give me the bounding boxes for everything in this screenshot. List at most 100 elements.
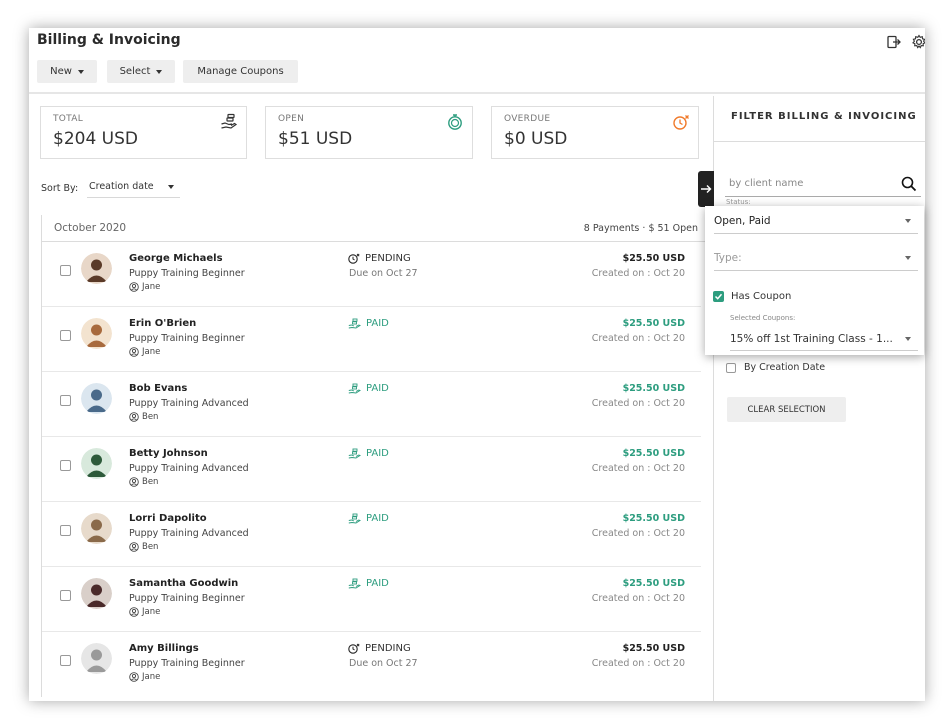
logout-icon[interactable] bbox=[886, 34, 902, 50]
status-select-value: Open, Paid bbox=[714, 214, 771, 227]
summary-label: OPEN bbox=[278, 114, 305, 124]
chevron-down-icon bbox=[168, 185, 174, 189]
trainer-name: Ben bbox=[142, 412, 159, 422]
user-circle-icon bbox=[129, 672, 139, 682]
new-button[interactable]: New bbox=[37, 60, 97, 83]
chevron-down-icon bbox=[905, 219, 911, 223]
amount: $25.50 USD bbox=[622, 383, 685, 394]
page-title: Billing & Invoicing bbox=[37, 32, 181, 48]
payment-row[interactable]: Erin O'Brien Puppy Training Beginner Jan… bbox=[42, 307, 701, 372]
client-search[interactable] bbox=[725, 171, 921, 197]
status-select[interactable]: Open, Paid bbox=[714, 208, 918, 234]
payment-row[interactable]: Amy Billings Puppy Training Beginner Jan… bbox=[42, 632, 701, 697]
row-checkbox[interactable] bbox=[60, 330, 71, 341]
hand-money-icon bbox=[221, 113, 238, 129]
sort-value: Creation date bbox=[89, 181, 154, 192]
client-search-input[interactable] bbox=[729, 178, 894, 189]
due-date: Due on Oct 27 bbox=[349, 268, 418, 279]
avatar bbox=[81, 513, 112, 544]
clear-selection-button[interactable]: CLEAR SELECTION bbox=[727, 397, 846, 422]
status-label: PAID bbox=[366, 448, 389, 459]
status-label: PAID bbox=[366, 578, 389, 589]
hand-money-icon bbox=[348, 578, 361, 589]
created-date: Created on : Oct 20 bbox=[591, 658, 685, 669]
trainer: Ben bbox=[129, 542, 158, 552]
payment-status: PAID bbox=[348, 578, 389, 589]
hand-money-icon bbox=[348, 448, 361, 459]
row-checkbox[interactable] bbox=[60, 460, 71, 471]
client-name[interactable]: George Michaels bbox=[129, 253, 223, 264]
manage-coupons-label: Manage Coupons bbox=[197, 66, 284, 77]
trainer: Jane bbox=[129, 347, 160, 357]
manage-coupons-button[interactable]: Manage Coupons bbox=[183, 60, 298, 83]
row-checkbox[interactable] bbox=[60, 655, 71, 666]
client-name[interactable]: Amy Billings bbox=[129, 643, 199, 654]
sort-dropdown[interactable]: Creation date bbox=[87, 176, 180, 198]
amount: $25.50 USD bbox=[622, 578, 685, 589]
type-select-placeholder: Type: bbox=[714, 251, 742, 264]
row-checkbox[interactable] bbox=[60, 590, 71, 601]
client-name[interactable]: Bob Evans bbox=[129, 383, 187, 394]
clock-alert-icon bbox=[348, 253, 360, 264]
trainer: Jane bbox=[129, 282, 160, 292]
hand-money-icon bbox=[348, 318, 361, 329]
coupon-select[interactable]: 15% off 1st Training Class - 1... bbox=[730, 327, 918, 351]
trainer: Ben bbox=[129, 477, 158, 487]
row-checkbox[interactable] bbox=[60, 525, 71, 536]
payment-row[interactable]: Betty Johnson Puppy Training Advanced Be… bbox=[42, 437, 701, 502]
type-select[interactable]: Type: bbox=[714, 245, 918, 271]
status-label: PAID bbox=[366, 383, 389, 394]
due-date: Due on Oct 27 bbox=[349, 658, 418, 669]
row-checkbox[interactable] bbox=[60, 265, 71, 276]
filter-dropdown-popup: Open, Paid Type: Has Coupon Selected Cou… bbox=[705, 206, 924, 355]
select-button[interactable]: Select bbox=[107, 60, 175, 83]
plan-name: Puppy Training Advanced bbox=[129, 398, 249, 409]
chevron-down-icon bbox=[156, 69, 163, 74]
month-summary: 8 Payments · $ 51 Open bbox=[583, 223, 698, 234]
checkmark-icon bbox=[714, 293, 723, 300]
client-name[interactable]: Erin O'Brien bbox=[129, 318, 196, 329]
summary-value: $51 USD bbox=[278, 129, 353, 149]
summary-value: $204 USD bbox=[53, 129, 138, 149]
by-creation-date-option[interactable]: By Creation Date bbox=[726, 362, 825, 373]
avatar bbox=[81, 383, 112, 414]
status-label: PAID bbox=[366, 513, 389, 524]
selected-coupons-label: Selected Coupons: bbox=[730, 314, 796, 322]
trainer-name: Jane bbox=[142, 607, 161, 617]
plan-name: Puppy Training Beginner bbox=[129, 593, 245, 604]
stopwatch-icon bbox=[448, 114, 462, 130]
payment-row[interactable]: George Michaels Puppy Training Beginner … bbox=[42, 242, 701, 307]
filter-panel: FILTER BILLING & INVOICING Status: By Cr… bbox=[713, 96, 925, 701]
clock-alert-icon bbox=[348, 643, 360, 654]
month-label: October 2020 bbox=[54, 222, 127, 234]
trainer-name: Ben bbox=[142, 542, 159, 552]
payment-row[interactable]: Samantha Goodwin Puppy Training Beginner… bbox=[42, 567, 701, 632]
collapse-filter-button[interactable] bbox=[698, 171, 714, 207]
client-name[interactable]: Lorri Dapolito bbox=[129, 513, 207, 524]
plan-name: Puppy Training Advanced bbox=[129, 463, 249, 474]
payment-row[interactable]: Lorri Dapolito Puppy Training Advanced B… bbox=[42, 502, 701, 567]
new-button-label: New bbox=[50, 66, 72, 77]
has-coupon-option[interactable]: Has Coupon bbox=[713, 291, 791, 302]
payment-row[interactable]: Bob Evans Puppy Training Advanced Ben PA… bbox=[42, 372, 701, 437]
gear-icon[interactable] bbox=[911, 34, 925, 50]
client-name[interactable]: Betty Johnson bbox=[129, 448, 208, 459]
payment-status: PAID bbox=[348, 448, 389, 459]
sort-label: Sort By: bbox=[41, 183, 79, 194]
status-label: PENDING bbox=[365, 643, 411, 654]
payment-status: PENDING bbox=[348, 253, 411, 264]
summary-label: OVERDUE bbox=[504, 114, 551, 124]
amount: $25.50 USD bbox=[622, 448, 685, 459]
trainer: Ben bbox=[129, 412, 158, 422]
avatar bbox=[81, 318, 112, 349]
row-checkbox[interactable] bbox=[60, 395, 71, 406]
created-date: Created on : Oct 20 bbox=[591, 593, 685, 604]
created-date: Created on : Oct 20 bbox=[591, 333, 685, 344]
plan-name: Puppy Training Advanced bbox=[129, 528, 249, 539]
client-name[interactable]: Samantha Goodwin bbox=[129, 578, 238, 589]
chevron-down-icon bbox=[77, 69, 84, 74]
by-creation-checkbox[interactable] bbox=[726, 362, 736, 373]
hand-money-icon bbox=[348, 383, 361, 394]
has-coupon-checkbox[interactable] bbox=[713, 291, 724, 302]
search-icon[interactable] bbox=[901, 176, 917, 192]
